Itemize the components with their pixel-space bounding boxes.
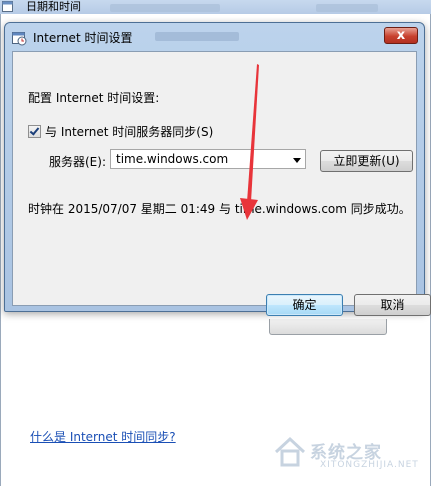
update-now-button[interactable]: 立即更新(U) [320, 150, 413, 172]
parent-tab-ghost [316, 4, 378, 12]
dropdown-arrow-icon[interactable] [293, 158, 301, 163]
parent-background-button [269, 319, 387, 335]
ok-button[interactable]: 确定 [266, 294, 343, 316]
dialog-title: Internet 时间设置 [33, 31, 133, 45]
dialog-title-ghost [155, 32, 239, 41]
clock-calendar-icon [2, 1, 13, 12]
watermark-logo: 系统之家 XITONGZHIJIA.NET [272, 434, 422, 474]
house-logo-icon [274, 436, 306, 467]
parent-window-title: 日期和时间 [26, 0, 81, 13]
internet-time-settings-dialog: Internet 时间设置 x 配置 Internet 时间设置: 与 Inte… [4, 22, 431, 316]
close-button[interactable]: x [384, 27, 418, 44]
sync-checkbox-label[interactable]: 与 Internet 时间服务器同步(S) [45, 123, 213, 140]
server-value: time.windows.com [116, 152, 229, 166]
parent-titlebar: 日期和时间 [0, 0, 431, 14]
cancel-button[interactable]: 取消 [354, 294, 431, 316]
dialog-content: 配置 Internet 时间设置: 与 Internet 时间服务器同步(S) … [12, 51, 431, 316]
sync-checkbox[interactable] [28, 125, 41, 138]
server-label: 服务器(E): [49, 155, 106, 169]
internet-time-help-link[interactable]: 什么是 Internet 时间同步? [30, 428, 176, 445]
parent-tab-ghost [110, 4, 220, 12]
server-combobox[interactable]: time.windows.com [110, 149, 306, 169]
dialog-heading: 配置 Internet 时间设置: [28, 91, 160, 105]
clock-calendar-icon [12, 32, 27, 46]
red-annotation-arrow [240, 64, 259, 220]
watermark-url: XITONGZHIJIA.NET [320, 460, 419, 470]
sync-status-message: 时钟在 2015/07/07 星期二 01:49 与 time.windows.… [28, 202, 411, 216]
close-icon: x [396, 28, 406, 43]
